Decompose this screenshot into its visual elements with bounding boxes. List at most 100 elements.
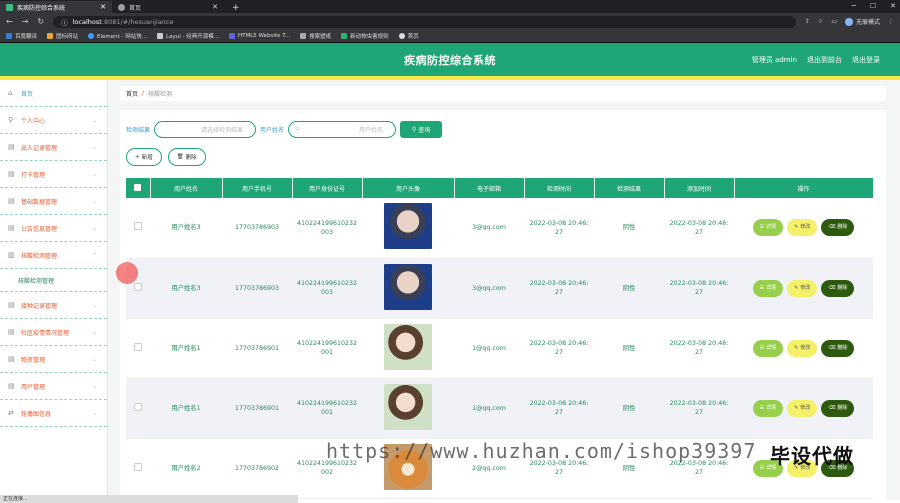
cell-phone: 17703786902 bbox=[222, 438, 292, 499]
bookmark-item[interactable]: 图标网站 bbox=[47, 32, 78, 40]
cell-test-result: 阴性 bbox=[594, 198, 664, 259]
reload-icon[interactable]: ↻ bbox=[37, 17, 44, 26]
detail-button[interactable]: ☰ 详情 bbox=[752, 219, 784, 237]
browser-tab[interactable]: 首页 ✕ bbox=[112, 1, 224, 13]
cell-email: 3@qq.com bbox=[454, 258, 524, 319]
detail-button[interactable]: ☰ 详情 bbox=[752, 339, 784, 357]
add-button[interactable]: + 新增 bbox=[126, 148, 162, 166]
pencil-icon: ✎ bbox=[794, 404, 799, 411]
delete-button[interactable]: ⌫ 删除 bbox=[821, 279, 855, 297]
forward-icon[interactable]: → bbox=[22, 17, 29, 26]
bookmark-item[interactable]: 搜索壁纸 bbox=[300, 32, 331, 40]
cell-test-time: 2022-03-08 20:46: 27 bbox=[524, 258, 594, 319]
bookmark-item[interactable]: Layui - 经典开源模... bbox=[157, 32, 219, 40]
batch-delete-button[interactable]: 🗑 删除 bbox=[167, 148, 206, 166]
incognito-icon bbox=[844, 17, 853, 26]
sidebar-item-nucleic-test[interactable]: ▥ 核酸检测管理 ⌃ bbox=[0, 242, 107, 269]
doc-icon: ▤ bbox=[8, 328, 15, 336]
cell-id-number: 410224199610232 001 bbox=[292, 378, 362, 439]
bookmark-item[interactable]: HTML5 Website T... bbox=[228, 33, 290, 39]
select-all-checkbox[interactable] bbox=[126, 178, 151, 198]
sidebar-item-notices[interactable]: ▤ 公告信息管理 ⌄ bbox=[0, 215, 107, 242]
result-filter-select[interactable]: 请选择检测结果 bbox=[154, 120, 257, 138]
list-icon: ☰ bbox=[759, 344, 765, 351]
bookmark-item[interactable]: 首页 bbox=[398, 32, 419, 40]
detail-button[interactable]: ☰ 详情 bbox=[752, 279, 784, 297]
doc-icon: ▤ bbox=[8, 355, 15, 363]
bookmark-item[interactable]: 百度翻译 bbox=[6, 32, 37, 40]
search-icon: ⚲ bbox=[411, 125, 417, 133]
front-page-link[interactable]: 退出到前台 bbox=[807, 55, 842, 65]
cell-operations: ☰ 详情 ✎ 修改 ⌫ 删除 bbox=[734, 258, 873, 319]
bookmark-item[interactable]: Element - 网站快... bbox=[88, 32, 147, 40]
sidebar-item-users[interactable]: ▤ 用户管理 ⌄ bbox=[0, 373, 107, 400]
share-icon[interactable]: ⇪ bbox=[805, 18, 810, 25]
row-checkbox[interactable] bbox=[126, 378, 150, 439]
profile-button[interactable]: 无痕模式 bbox=[844, 17, 880, 26]
delete-button[interactable]: ⌫ 删除 bbox=[821, 339, 855, 357]
edit-button[interactable]: ✎ 修改 bbox=[787, 339, 818, 357]
sidebar-item-base-data[interactable]: ▤ 基础数据管理 ⌄ bbox=[0, 188, 107, 215]
sidebar-item-community-epidemic[interactable]: ▤ 社区疫情情况管理 ⌄ bbox=[0, 319, 107, 346]
delete-button[interactable]: ⌫ 删除 bbox=[821, 219, 855, 237]
bookmark-icon bbox=[398, 33, 405, 39]
maximize-icon[interactable]: ☐ bbox=[870, 2, 876, 10]
breadcrumb-home[interactable]: 首页 bbox=[126, 89, 138, 98]
bookmark-item[interactable]: 新动物虫害规则 bbox=[341, 32, 389, 40]
sidebar-item-home[interactable]: ⌂ 首页 bbox=[0, 80, 107, 107]
chevron-down-icon: ⌄ bbox=[91, 143, 97, 151]
sidebar-item-vaccination[interactable]: ▤ 接种记录管理 ⌄ bbox=[0, 292, 107, 319]
trash-icon: ⌫ bbox=[828, 224, 836, 231]
bookmark-icon bbox=[47, 33, 54, 39]
chevron-down-icon: ⌄ bbox=[91, 382, 97, 390]
star-icon[interactable]: ☆ bbox=[818, 18, 823, 25]
row-checkbox[interactable] bbox=[126, 198, 150, 259]
sidebar-subitem-nucleic-test[interactable]: 核酸检测管理 bbox=[0, 269, 107, 292]
url-input[interactable]: ⓘ localhost:8081/#/hesuanjiance bbox=[53, 15, 796, 28]
edit-button[interactable]: ✎ 修改 bbox=[787, 279, 818, 297]
main-content: 首页 / 核酸检测 检测结果 请选择检测结果 用户姓名 ⚲ 用户姓名 ⚲ 查询 + 新… bbox=[108, 80, 900, 500]
search-button[interactable]: ⚲ 查询 bbox=[400, 120, 443, 138]
column-header: 用户手机号 bbox=[222, 178, 293, 198]
url-path: :8081/#/hesuanjiance bbox=[101, 17, 174, 26]
row-checkbox[interactable] bbox=[126, 438, 150, 499]
detail-button[interactable]: ☰ 详情 bbox=[752, 399, 784, 417]
logout-link[interactable]: 退出登录 bbox=[852, 55, 880, 65]
column-header: 用户头像 bbox=[362, 178, 455, 198]
column-header: 添加时间 bbox=[664, 178, 735, 198]
cell-phone: 17703786903 bbox=[222, 258, 292, 319]
sidebar-item-access-records[interactable]: ▤ 出入记录管理 ⌄ bbox=[0, 134, 107, 161]
sidebar-item-checkin[interactable]: ▤ 打卡管理 ⌄ bbox=[0, 161, 107, 188]
column-header: 操作 bbox=[734, 178, 874, 198]
column-header: 检测时间 bbox=[524, 178, 595, 198]
row-checkbox[interactable] bbox=[126, 318, 150, 379]
back-icon[interactable]: ← bbox=[6, 17, 13, 26]
trash-icon: 🗑 bbox=[176, 154, 184, 160]
column-header: 检测结果 bbox=[594, 178, 665, 198]
new-tab-icon[interactable]: + bbox=[224, 3, 248, 13]
sidebar-item-carousel[interactable]: ⇄ 轮播图信息 ⌄ bbox=[0, 400, 107, 427]
username-search-input[interactable]: ⚲ 用户姓名 bbox=[288, 120, 397, 138]
globe-icon bbox=[118, 3, 125, 11]
close-icon[interactable]: ✕ bbox=[212, 3, 218, 11]
cell-id-number: 410224199610232 003 bbox=[292, 198, 362, 259]
window-close-icon[interactable]: ✕ bbox=[890, 2, 896, 10]
pencil-icon: ✎ bbox=[794, 224, 799, 231]
browser-tab-active[interactable]: 疾病防控综合系统 ✕ bbox=[0, 1, 112, 13]
browser-right-controls: ⇪ ☆ ▭ 无痕模式 ⋮ bbox=[805, 17, 894, 26]
cell-id-number: 410224199610232 001 bbox=[292, 318, 362, 379]
action-bar: + 新增 🗑 删除 bbox=[126, 148, 886, 166]
sidebar-item-supplies[interactable]: ▤ 物资管理 ⌄ bbox=[0, 346, 107, 373]
sidebar-item-personal[interactable]: ⚲ 个人中心 ⌄ bbox=[0, 107, 107, 134]
close-icon[interactable]: ✕ bbox=[100, 3, 106, 11]
minimize-icon[interactable]: ─ bbox=[852, 2, 856, 10]
delete-button[interactable]: ⌫ 删除 bbox=[821, 399, 855, 417]
edit-button[interactable]: ✎ 修改 bbox=[787, 219, 818, 237]
breadcrumb-separator: / bbox=[142, 90, 145, 97]
cell-avatar bbox=[362, 378, 454, 439]
chevron-down-icon: ⌄ bbox=[91, 170, 97, 178]
chevron-down-icon: ⌄ bbox=[91, 197, 97, 205]
sidebar-icon[interactable]: ▭ bbox=[831, 18, 837, 25]
menu-icon[interactable]: ⋮ bbox=[888, 18, 894, 25]
edit-button[interactable]: ✎ 修改 bbox=[787, 399, 818, 417]
